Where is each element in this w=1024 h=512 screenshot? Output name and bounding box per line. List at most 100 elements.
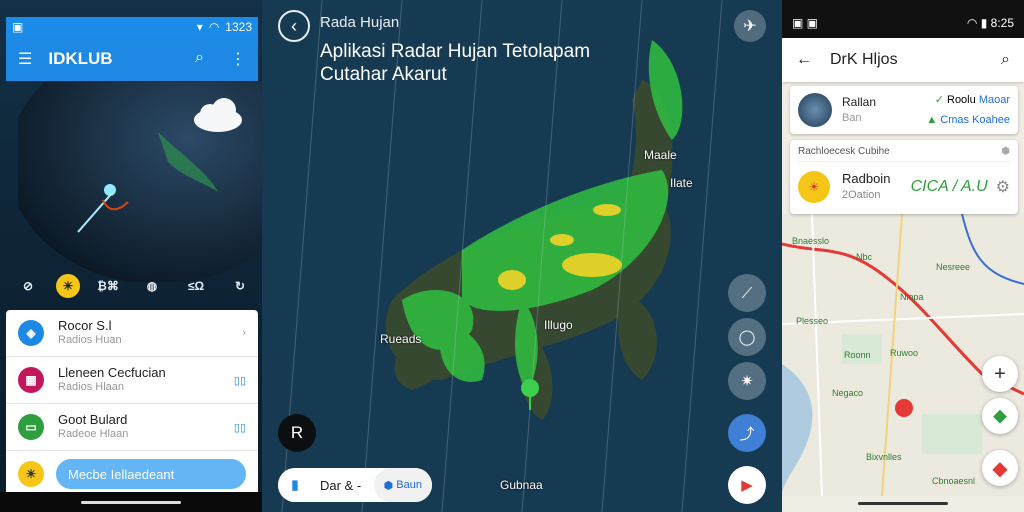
card-value: Koahee [972,114,1010,126]
weather-icon-row: ⊘ ☀ ₿⌘ ◍ ≤Ω ↻ [12,270,256,302]
tv-icon: ▭ [18,414,44,440]
back-button[interactable]: ‹ [278,10,310,42]
screen-weather-home: ▣ ▾ ◠ 1323 ☰ IDKLUB ⌕ ⋮ ⊘ ☀ ₿⌘ ◍ ≤Ω ↻ ◈ … [0,0,262,512]
chevron-right-icon: › [242,327,246,339]
airplane-icon: ✈ [743,18,757,35]
location-avatar [798,93,832,127]
map-marker-icon[interactable] [895,399,913,417]
weather-reading: CICA / A.U [910,178,988,195]
list-item-subtitle: Radios Huan [58,334,122,346]
screen-subtitle: Rada Hujan [320,14,400,31]
search-icon[interactable]: ⌕ [195,49,204,69]
navigate-button[interactable]: ▶ [728,466,766,504]
system-nav-bar [0,492,262,512]
map-label: Illugo [544,318,573,332]
sun-badge-icon: ☀ [18,461,44,487]
location-icon: ◈ [18,320,44,346]
location-card[interactable]: Rallan Ban ✓ Roolu Maoar ▲ Cmas Koahee [790,86,1018,134]
card-value: Maoar [978,94,1010,106]
list-item-subtitle: Radeoe Hlaan [58,428,129,440]
layers-button[interactable]: ◆ [982,450,1018,486]
status-time: 1323 [225,20,252,34]
more-vert-icon[interactable]: ⋮ [230,49,246,69]
screen-headline: Aplikasi Radar Hujan Tetolapam Cutahar A… [320,41,591,85]
rotate-icon[interactable]: ↻ [224,272,256,300]
list-item-subtitle: Radios Hlaan [58,381,125,393]
arrow-left-icon: ‹ [291,15,297,36]
screenshot-collage: ▣ ▾ ◠ 1323 ☰ IDKLUB ⌕ ⋮ ⊘ ☀ ₿⌘ ◍ ≤Ω ↻ ◈ … [0,0,1024,512]
radar-letter-icon: R [290,423,304,442]
crosshair-icon: ◯ [738,329,756,346]
screen-title: DrK Hljos [830,51,898,68]
measure-button[interactable]: ⟋ [728,274,766,312]
wind-icon[interactable]: ≤Ω [180,272,212,300]
weather-card-header: Rachloecesk Cubihe [798,146,890,157]
ruler-icon: ⟋ [741,284,753,302]
zoom-in-button[interactable]: + [982,356,1018,392]
list-item-end: ▯▯ [233,374,246,387]
notification-icon: ▣ ▣ [792,16,819,30]
status-bar: ▣ ▾ ◠ 1323 [6,17,258,37]
search-icon[interactable]: ⌕ [1001,51,1010,69]
toolbar-segment-button[interactable]: ⬢ Baun [373,468,432,502]
toolbar-text: Dar & - [320,477,362,493]
map-icon: ▦ [18,367,44,393]
map-label: Nlopa [900,292,924,302]
menu-icon[interactable]: ☰ [18,49,32,69]
directions-button[interactable]: ⬥ [982,398,1018,434]
arrow-left-icon[interactable]: ← [796,51,812,69]
map-label: Nbc [856,252,873,262]
map-label: Bixvnlles [866,452,902,462]
shield-icon: ⬢ [383,479,397,492]
list-item[interactable]: ◈ Rocor S.l Radios Huan › [6,310,258,357]
location-sub: Ban [842,112,862,124]
map-label: Cbnoaesnl [932,476,976,486]
sun-icon[interactable]: ☀ [56,274,80,298]
route-button[interactable]: ⤴ [728,414,766,452]
home-indicator[interactable] [858,502,948,505]
weather-card[interactable]: Rachloecesk Cubihe ⬢ ☀ Radboin 2Oation C… [790,140,1018,214]
list-item[interactable]: ▦ Lleneen Cecfucian Radios Hlaan ▯▯ [6,357,258,404]
app-title: IDKLUB [48,49,113,68]
check-icon: ✓ [934,94,947,106]
wifi-icon: ◠ ▮ [966,16,991,30]
list-item-title: Goot Bulard [58,412,128,427]
action-pill-button[interactable]: Mecbe Iellaedeant [56,459,246,489]
location-button[interactable]: ◯ [728,318,766,356]
home-indicator[interactable] [81,501,181,504]
play-icon: ▶ [741,477,753,494]
map-label: Nesreee [936,262,971,272]
layers-button[interactable]: ✈ [734,10,766,42]
layers-icon: ◆ [992,457,1008,480]
animation-button[interactable]: ✷ [728,362,766,400]
system-nav-bar [782,496,1024,512]
route-icon: ⤴ [739,425,755,443]
list-item-end: ▯▯ [233,421,246,434]
list-item[interactable]: ▭ Goot Bulard Radeoe Hlaan ▯▯ [6,404,258,451]
directions-icon: ⬥ [993,404,1007,427]
card-value: Cmas [940,114,969,126]
map-label: Gubnaa [500,478,543,492]
map-label: Ilate [670,176,693,190]
wifi-icon: ◠ [208,20,220,34]
list-item-title: Lleneen Cecfucian [58,365,166,380]
sun-icon: ☀ [798,171,830,203]
globe-icon[interactable]: ◍ [136,272,168,300]
toolbar-segment-label: Baun [396,479,422,491]
spark-icon: ✷ [740,373,754,390]
settings-icon[interactable]: ⚙ [996,177,1010,197]
save-icon[interactable]: ▮ [278,468,312,502]
triangle-icon: ▲ [926,114,941,126]
no-rain-icon[interactable]: ⊘ [12,272,44,300]
shield-icon: ⬢ [1001,146,1010,157]
map-label: Maale [644,148,677,162]
signal-icon: ▾ [196,20,203,34]
weather-station-name: Radboin [842,171,891,186]
weather-station-sub: 2Oation [842,189,881,201]
app-bar: ← DrK Hljos ⌕ [782,38,1024,82]
radar-mode-button[interactable]: R [278,414,316,452]
screen-radar-map: ‹ Rada Hujan Aplikasi Radar Hujan Tetola… [262,0,782,512]
map-label: Rueads [380,332,422,346]
stats-icon[interactable]: ₿⌘ [92,272,124,300]
map-label: Negaco [832,388,864,398]
